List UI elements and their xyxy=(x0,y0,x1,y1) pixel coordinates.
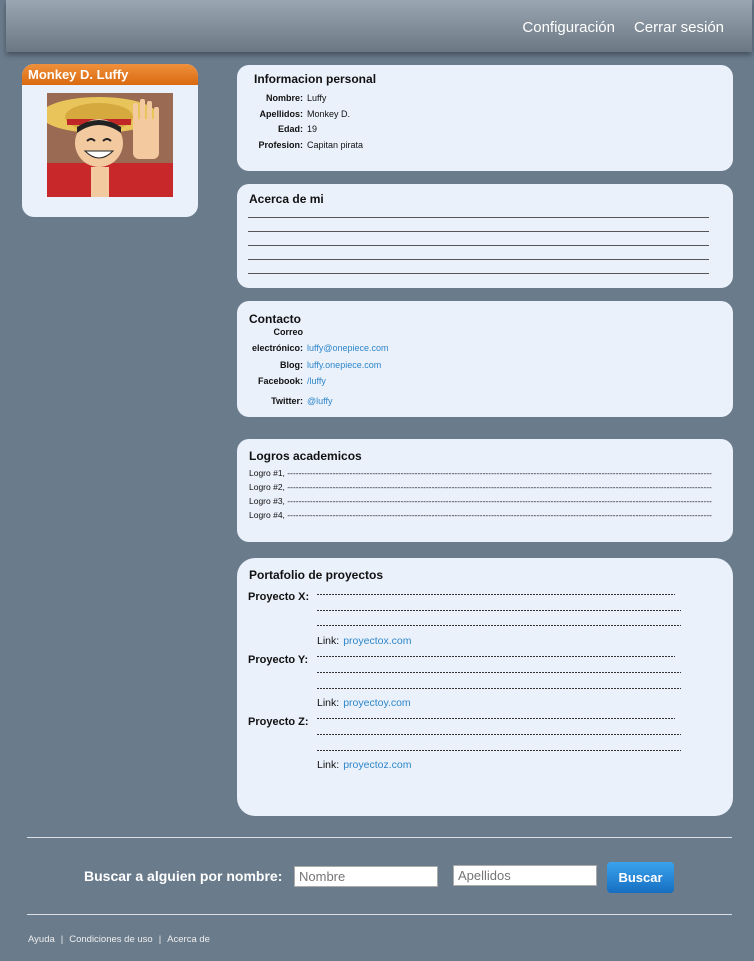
info-row: Nombre: Luffy xyxy=(241,91,363,107)
info-key: Apellidos: xyxy=(259,108,303,119)
terms-link[interactable]: Condiciones de uso xyxy=(69,934,152,945)
help-link[interactable]: Ayuda xyxy=(28,934,55,945)
blog-key: Blog: xyxy=(280,359,303,370)
top-nav: Configuración Cerrar sesión xyxy=(522,19,724,36)
project-line xyxy=(317,656,675,657)
search-button[interactable]: Buscar xyxy=(607,862,674,893)
achievement-item: Logro #3, ------------------------------… xyxy=(249,496,712,506)
project-line xyxy=(317,594,675,595)
project-line xyxy=(317,750,681,751)
about-line xyxy=(248,217,709,218)
project-line xyxy=(317,718,675,719)
divider xyxy=(27,914,732,915)
project-link[interactable]: proyectoz.com xyxy=(343,759,411,771)
project-line xyxy=(317,625,681,626)
info-key: Profesion: xyxy=(258,139,303,150)
portfolio-card: Portafolio de proyectos Proyecto X: Link… xyxy=(237,558,733,816)
personal-info-list: Nombre: Luffy Apellidos: Monkey D. Edad: 19… xyxy=(241,91,363,153)
contact-list: electrónico: luffy@onepiece.com Blog: luff… xyxy=(241,340,389,409)
search-apellidos-input[interactable] xyxy=(453,865,597,886)
info-row: Apellidos: Monkey D. xyxy=(241,107,363,123)
about-line xyxy=(248,259,709,260)
about-title: Acerca de mi xyxy=(249,192,324,206)
link-label: Link: xyxy=(317,697,340,709)
contact-row: Blog: luffy.onepiece.com xyxy=(241,357,389,374)
info-key: Edad: xyxy=(277,124,303,134)
facebook-link[interactable]: /luffy xyxy=(307,373,326,390)
contact-row: Facebook: /luffy xyxy=(241,373,389,390)
blog-link[interactable]: luffy.onepiece.com xyxy=(307,357,381,374)
achievements-card: Logros academicos Logro #1, ------------… xyxy=(237,439,733,542)
avatar xyxy=(47,93,173,197)
footer-separator: | xyxy=(158,934,162,945)
profile-card: Monkey D. Luffy xyxy=(22,64,198,217)
personal-info-card: Informacion personal Nombre: Luffy Apelli… xyxy=(237,65,733,171)
achievement-item: Logro #1, ------------------------------… xyxy=(249,468,712,478)
about-line xyxy=(248,245,709,246)
info-value: 19 xyxy=(307,124,318,134)
profile-name: Monkey D. Luffy xyxy=(22,64,198,85)
info-value: Luffy xyxy=(307,93,327,103)
twitter-key: Twitter: xyxy=(271,395,303,406)
project-link-row: Link: proyectox.com xyxy=(317,635,411,647)
achievement-item: Logro #2, ------------------------------… xyxy=(249,482,712,492)
project-line xyxy=(317,688,681,689)
personal-info-title: Informacion personal xyxy=(254,72,377,86)
achievements-title: Logros academicos xyxy=(249,449,362,463)
project-link[interactable]: proyectox.com xyxy=(343,635,411,647)
divider xyxy=(27,837,732,838)
link-label: Link: xyxy=(317,759,340,771)
about-link[interactable]: Acerca de xyxy=(167,934,210,945)
project-line xyxy=(317,734,681,735)
project-line xyxy=(317,610,681,611)
project-name: Proyecto X: xyxy=(248,591,310,603)
email-link[interactable]: luffy@onepiece.com xyxy=(307,340,389,357)
twitter-link[interactable]: @luffy xyxy=(307,393,332,410)
project-line xyxy=(317,672,681,673)
project-link-row: Link: proyectoy.com xyxy=(317,697,411,709)
about-line xyxy=(248,273,709,274)
project-link[interactable]: proyectoy.com xyxy=(343,697,411,709)
info-value: Monkey D. xyxy=(307,108,351,119)
achievement-item: Logro #4, ------------------------------… xyxy=(249,510,712,520)
email-key-1: Correo xyxy=(273,327,303,337)
top-bar: Configuración Cerrar sesión xyxy=(6,0,752,52)
search-nombre-input[interactable] xyxy=(294,866,438,887)
info-row: Edad: 19 xyxy=(241,122,363,138)
achievements-list: Logro #1, ------------------------------… xyxy=(249,466,729,522)
contact-row: electrónico: luffy@onepiece.com xyxy=(241,340,389,357)
footer: Ayuda | Condiciones de uso | Acerca de xyxy=(28,934,210,945)
footer-separator: | xyxy=(60,934,64,945)
project-link-row: Link: proyectoz.com xyxy=(317,759,411,771)
project-name: Proyecto Y: xyxy=(248,654,309,666)
settings-link[interactable]: Configuración xyxy=(522,19,615,36)
link-label: Link: xyxy=(317,635,340,647)
email-key: electrónico: xyxy=(251,343,303,353)
contact-row: Twitter: @luffy xyxy=(241,393,389,410)
info-value: Capitan pirata xyxy=(307,139,364,150)
info-key: Nombre: xyxy=(265,93,303,103)
info-row: Profesion: Capitan pirata xyxy=(241,138,363,154)
portfolio-title: Portafolio de proyectos xyxy=(249,568,384,582)
contact-card: Contacto Correo electrónico: luffy@onepie… xyxy=(237,301,733,417)
facebook-key: Facebook: xyxy=(257,376,303,386)
search-label: Buscar a alguien por nombre: xyxy=(84,868,283,884)
logout-link[interactable]: Cerrar sesión xyxy=(634,19,724,36)
project-name: Proyecto Z: xyxy=(248,716,309,728)
about-card: Acerca de mi xyxy=(237,184,733,288)
about-line xyxy=(248,231,709,232)
contact-title: Contacto xyxy=(249,312,301,326)
